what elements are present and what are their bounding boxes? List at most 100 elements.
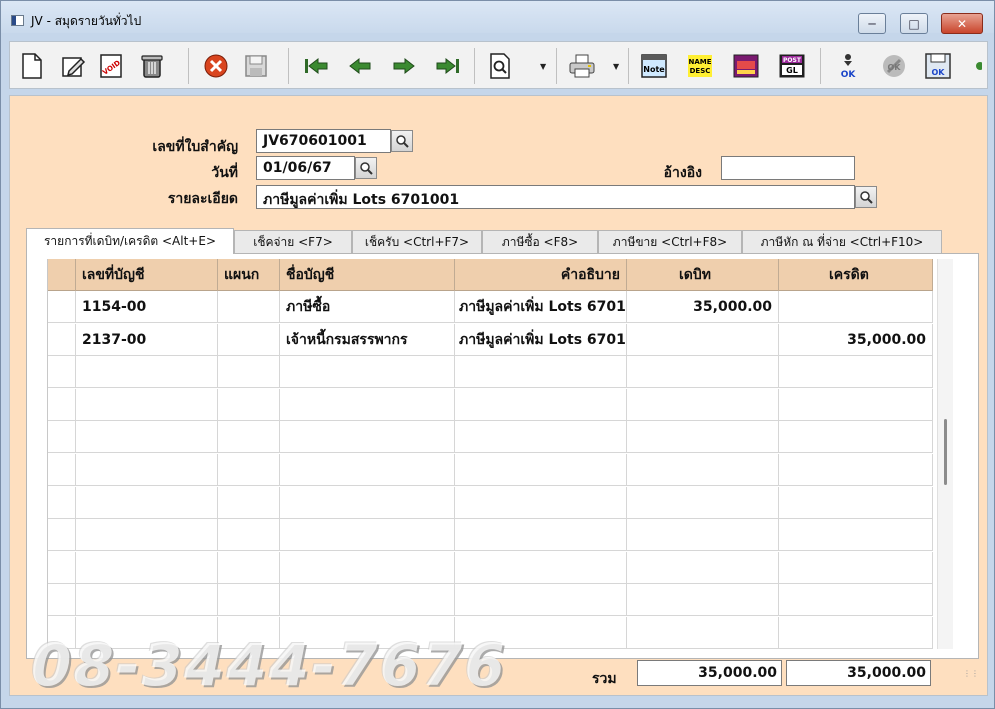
- save-button[interactable]: [242, 52, 270, 80]
- cell-account[interactable]: [76, 356, 218, 389]
- cell-debit[interactable]: [627, 551, 779, 584]
- cell-description[interactable]: [455, 584, 627, 617]
- cell-dept[interactable]: [218, 551, 280, 584]
- cell-account-name[interactable]: [280, 388, 455, 421]
- cell-dept[interactable]: [218, 486, 280, 519]
- close-button[interactable]: ✕: [941, 13, 983, 34]
- cell-account-name[interactable]: [280, 356, 455, 389]
- cell-dept[interactable]: [218, 584, 280, 617]
- cell-account[interactable]: 2137-00: [76, 323, 218, 356]
- row-indicator[interactable]: [48, 356, 76, 389]
- resize-grip-icon[interactable]: ⋮⋮: [963, 669, 979, 679]
- grid-vertical-scrollbar[interactable]: [937, 259, 953, 649]
- cell-account[interactable]: [76, 584, 218, 617]
- row-indicator[interactable]: [48, 584, 76, 617]
- cell-debit[interactable]: [627, 421, 779, 454]
- find-button[interactable]: [486, 52, 514, 80]
- reference-button[interactable]: [732, 52, 760, 80]
- table-row[interactable]: [48, 356, 933, 389]
- cell-account-name[interactable]: [280, 421, 455, 454]
- cell-description[interactable]: [455, 356, 627, 389]
- cell-debit[interactable]: [627, 388, 779, 421]
- cell-debit[interactable]: [627, 486, 779, 519]
- cell-debit[interactable]: [627, 584, 779, 617]
- approve-button[interactable]: OK: [834, 52, 862, 80]
- cell-debit[interactable]: 35,000.00: [627, 291, 779, 323]
- void-button[interactable]: VOID: [98, 52, 126, 80]
- cell-description[interactable]: [455, 519, 627, 552]
- cell-account-name[interactable]: [280, 486, 455, 519]
- cell-account[interactable]: [76, 388, 218, 421]
- cell-account-name[interactable]: [280, 584, 455, 617]
- scroll-thumb[interactable]: [944, 419, 947, 485]
- cell-debit[interactable]: [627, 454, 779, 486]
- cell-description[interactable]: [455, 421, 627, 454]
- date-input[interactable]: 01/06/67: [256, 156, 355, 180]
- cell-description[interactable]: ภาษีมูลค่าเพิ่ม Lots 6701001: [455, 291, 627, 323]
- cell-account-name[interactable]: ภาษีซื้อ: [280, 291, 455, 323]
- table-row[interactable]: 2137-00 เจ้าหนี้กรมสรรพากร ภาษีมูลค่าเพิ่ม…: [48, 323, 933, 356]
- tab-debit-credit[interactable]: รายการที่เดบิท/เครดิต <Alt+E>: [26, 228, 234, 254]
- cell-account-name[interactable]: เจ้าหนี้กรมสรรพากร: [280, 323, 455, 356]
- cell-debit[interactable]: [627, 356, 779, 389]
- cell-credit[interactable]: [779, 551, 933, 584]
- cell-account[interactable]: [76, 486, 218, 519]
- cell-credit[interactable]: [779, 356, 933, 389]
- cell-account-name[interactable]: [280, 551, 455, 584]
- cell-dept[interactable]: [218, 356, 280, 389]
- edit-button[interactable]: [60, 52, 88, 80]
- previous-record-button[interactable]: [346, 52, 374, 80]
- table-row[interactable]: [48, 584, 933, 617]
- row-indicator[interactable]: [48, 519, 76, 552]
- cell-account-name[interactable]: [280, 454, 455, 486]
- tab-purchase-tax[interactable]: ภาษีซื้อ <F8>: [482, 230, 598, 253]
- cell-description[interactable]: [455, 551, 627, 584]
- detail-input[interactable]: ภาษีมูลค่าเพิ่ม Lots 6701001: [256, 185, 855, 209]
- name-desc-button[interactable]: NAME DESC: [686, 52, 714, 80]
- table-row[interactable]: 1154-00 ภาษีซื้อ ภาษีมูลค่าเพิ่ม Lots 6701…: [48, 291, 933, 323]
- cell-dept[interactable]: [218, 454, 280, 486]
- cell-dept[interactable]: [218, 519, 280, 552]
- cell-description[interactable]: [455, 454, 627, 486]
- table-row[interactable]: [48, 454, 933, 486]
- delete-button[interactable]: [138, 52, 166, 80]
- cell-dept[interactable]: [218, 421, 280, 454]
- next-record-button[interactable]: [390, 52, 418, 80]
- doc-no-input[interactable]: JV670601001: [256, 129, 391, 153]
- cell-credit[interactable]: 35,000.00: [779, 323, 933, 356]
- find-dropdown[interactable]: ▼: [540, 62, 548, 71]
- column-header-dept[interactable]: แผนก: [218, 259, 280, 291]
- row-indicator[interactable]: [48, 323, 76, 356]
- cell-account[interactable]: 1154-00: [76, 291, 218, 323]
- first-record-button[interactable]: [302, 52, 330, 80]
- note-button[interactable]: Note: [640, 52, 668, 80]
- more-tools-button[interactable]: [970, 52, 984, 80]
- new-button[interactable]: [18, 52, 46, 80]
- cell-debit[interactable]: [627, 323, 779, 356]
- maximize-button[interactable]: □: [900, 13, 928, 34]
- post-gl-button[interactable]: POST GL: [778, 52, 806, 80]
- cell-account[interactable]: [76, 421, 218, 454]
- save-ok-button[interactable]: OK: [924, 52, 952, 80]
- row-indicator[interactable]: [48, 421, 76, 454]
- doc-no-search-button[interactable]: [391, 130, 413, 152]
- print-button[interactable]: [568, 52, 596, 80]
- cell-dept[interactable]: [218, 291, 280, 323]
- column-header-debit[interactable]: เดบิท: [627, 259, 779, 291]
- cell-credit[interactable]: [779, 486, 933, 519]
- cell-credit[interactable]: [779, 617, 933, 649]
- table-row[interactable]: [48, 388, 933, 421]
- cell-description[interactable]: [455, 486, 627, 519]
- tab-withholding-tax[interactable]: ภาษีหัก ณ ที่จ่าย <Ctrl+F10>: [742, 230, 942, 253]
- last-record-button[interactable]: [434, 52, 462, 80]
- cell-credit[interactable]: [779, 291, 933, 323]
- cell-credit[interactable]: [779, 584, 933, 617]
- print-dropdown[interactable]: ▼: [613, 62, 621, 71]
- unapprove-button[interactable]: OK: [880, 52, 908, 80]
- tab-payment-cheque[interactable]: เช็คจ่าย <F7>: [234, 230, 352, 253]
- table-row[interactable]: [48, 519, 933, 552]
- column-header-account[interactable]: เลขที่บัญชี: [76, 259, 218, 291]
- detail-search-button[interactable]: [855, 186, 877, 208]
- cell-account[interactable]: [76, 551, 218, 584]
- column-header-credit[interactable]: เครดิต: [779, 259, 933, 291]
